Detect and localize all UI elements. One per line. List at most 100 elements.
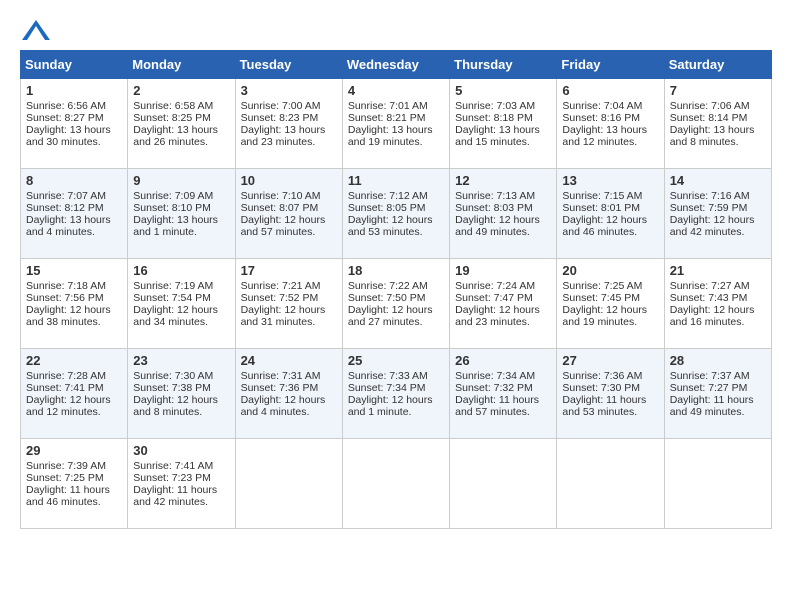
day-info-line: Daylight: 12 hours	[562, 214, 658, 226]
day-info-line: Sunset: 7:56 PM	[26, 292, 122, 304]
calendar-cell: 15 Sunrise: 7:18 AMSunset: 7:56 PMDayligh…	[21, 259, 128, 349]
day-info-line: Sunrise: 7:36 AM	[562, 370, 658, 382]
day-number: 15	[26, 263, 122, 278]
day-number: 3	[241, 83, 337, 98]
weekday-header: Wednesday	[342, 51, 449, 79]
day-info-line: Sunset: 8:10 PM	[133, 202, 229, 214]
day-number: 8	[26, 173, 122, 188]
day-info-line: Sunrise: 7:25 AM	[562, 280, 658, 292]
day-info-line: Daylight: 11 hours	[133, 484, 229, 496]
day-info-line: Sunrise: 7:39 AM	[26, 460, 122, 472]
day-number: 20	[562, 263, 658, 278]
day-info-line: Sunset: 7:25 PM	[26, 472, 122, 484]
day-info-line: Sunrise: 7:06 AM	[670, 100, 766, 112]
day-info-line: Daylight: 13 hours	[241, 124, 337, 136]
calendar-cell: 11Sunrise: 7:12 AMSunset: 8:05 PMDayligh…	[342, 169, 449, 259]
day-number: 24	[241, 353, 337, 368]
logo	[20, 20, 52, 40]
day-info-line: Sunset: 7:43 PM	[670, 292, 766, 304]
day-number: 30	[133, 443, 229, 458]
day-info-line: and 53 minutes.	[348, 226, 444, 238]
calendar-cell: 26Sunrise: 7:34 AMSunset: 7:32 PMDayligh…	[450, 349, 557, 439]
day-info-line: Daylight: 12 hours	[26, 304, 122, 316]
day-number: 16	[133, 263, 229, 278]
day-info-line: Daylight: 12 hours	[133, 304, 229, 316]
day-info-line: Sunset: 7:59 PM	[670, 202, 766, 214]
day-info-line: Daylight: 11 hours	[562, 394, 658, 406]
calendar-cell: 29Sunrise: 7:39 AMSunset: 7:25 PMDayligh…	[21, 439, 128, 529]
day-info-line: and 34 minutes.	[133, 316, 229, 328]
day-info-line: and 53 minutes.	[562, 406, 658, 418]
day-info-line: Sunset: 8:27 PM	[26, 112, 122, 124]
day-info-line: and 46 minutes.	[26, 496, 122, 508]
day-info-line: Sunset: 7:52 PM	[241, 292, 337, 304]
day-info-line: Daylight: 12 hours	[26, 394, 122, 406]
day-info-line: Sunrise: 7:22 AM	[348, 280, 444, 292]
calendar-cell	[664, 439, 771, 529]
day-number: 29	[26, 443, 122, 458]
day-info-line: Sunrise: 7:04 AM	[562, 100, 658, 112]
day-info-line: and 49 minutes.	[455, 226, 551, 238]
day-info-line: Sunset: 8:23 PM	[241, 112, 337, 124]
day-info-line: and 27 minutes.	[348, 316, 444, 328]
calendar-week-row: 29 Sunrise: 7:39 AMSunset: 7:25 PM Dayligh…	[21, 439, 772, 529]
day-info-line: Daylight: 12 hours	[670, 214, 766, 226]
day-info-line: Sunrise: 7:16 AM	[670, 190, 766, 202]
day-info-line: Daylight: 12 hours	[241, 214, 337, 226]
day-number: 23	[133, 353, 229, 368]
calendar-cell: 17Sunrise: 7:21 AMSunset: 7:52 PMDayligh…	[235, 259, 342, 349]
day-info-line: Sunset: 8:14 PM	[670, 112, 766, 124]
day-info-line: Sunset: 7:41 PM	[26, 382, 122, 394]
day-info-line: Daylight: 12 hours	[348, 394, 444, 406]
day-info-line: and 15 minutes.	[455, 136, 551, 148]
day-number: 7	[670, 83, 766, 98]
calendar-cell: 8Sunrise: 7:07 AMSunset: 8:12 PMDaylight…	[21, 169, 128, 259]
day-info-line: and 4 minutes.	[241, 406, 337, 418]
day-info-line: Sunrise: 7:21 AM	[241, 280, 337, 292]
calendar-cell: 30Sunrise: 7:41 AMSunset: 7:23 PMDayligh…	[128, 439, 235, 529]
calendar-week-row: 15Sunrise: 7:18 AMSunset: 7:56 PMDayligh…	[21, 259, 772, 349]
page-header	[20, 20, 772, 40]
day-info-line: Sunset: 7:30 PM	[562, 382, 658, 394]
day-info-line: Sunset: 7:38 PM	[133, 382, 229, 394]
day-info-line: and 57 minutes.	[241, 226, 337, 238]
calendar-cell: 7 Sunrise: 7:06 AMSunset: 8:14 PMDaylight…	[664, 79, 771, 169]
day-number: 5	[455, 83, 551, 98]
day-info-line: Daylight: 11 hours	[455, 394, 551, 406]
day-info-line: Daylight: 13 hours	[133, 214, 229, 226]
calendar-cell: 4Sunrise: 7:01 AMSunset: 8:21 PMDaylight…	[342, 79, 449, 169]
day-number: 2	[133, 83, 229, 98]
day-info-line: and 23 minutes.	[455, 316, 551, 328]
calendar-cell	[235, 439, 342, 529]
weekday-header: Saturday	[664, 51, 771, 79]
day-info-line: Sunset: 8:03 PM	[455, 202, 551, 214]
day-info-line: Sunset: 7:23 PM	[133, 472, 229, 484]
day-info-line: and 49 minutes.	[670, 406, 766, 418]
day-info-line: Sunrise: 6:58 AM	[133, 100, 229, 112]
day-info-line: Sunrise: 7:13 AM	[455, 190, 551, 202]
calendar-cell: 25Sunrise: 7:33 AMSunset: 7:34 PMDayligh…	[342, 349, 449, 439]
day-info-line: Daylight: 12 hours	[133, 394, 229, 406]
day-info-line: Daylight: 13 hours	[455, 124, 551, 136]
day-info-line: Sunset: 7:27 PM	[670, 382, 766, 394]
calendar-cell: 18Sunrise: 7:22 AMSunset: 7:50 PMDayligh…	[342, 259, 449, 349]
day-info-line: Daylight: 13 hours	[26, 124, 122, 136]
day-info-line: Daylight: 13 hours	[670, 124, 766, 136]
calendar-week-row: 22Sunrise: 7:28 AMSunset: 7:41 PMDayligh…	[21, 349, 772, 439]
header-row: SundayMondayTuesdayWednesdayThursdayFrid…	[21, 51, 772, 79]
day-info-line: Sunset: 8:05 PM	[348, 202, 444, 214]
day-number: 22	[26, 353, 122, 368]
day-info-line: Sunrise: 7:31 AM	[241, 370, 337, 382]
day-info-line: and 1 minute.	[348, 406, 444, 418]
day-info-line: Daylight: 12 hours	[348, 304, 444, 316]
day-info-line: Sunrise: 7:01 AM	[348, 100, 444, 112]
calendar-cell: 14Sunrise: 7:16 AMSunset: 7:59 PMDayligh…	[664, 169, 771, 259]
day-info-line: Sunset: 7:50 PM	[348, 292, 444, 304]
calendar-cell	[342, 439, 449, 529]
weekday-header: Tuesday	[235, 51, 342, 79]
day-info-line: and 31 minutes.	[241, 316, 337, 328]
day-number: 25	[348, 353, 444, 368]
calendar-cell: 1Sunrise: 6:56 AMSunset: 8:27 PMDaylight…	[21, 79, 128, 169]
day-info-line: Sunrise: 7:18 AM	[26, 280, 122, 292]
day-info-line: Daylight: 12 hours	[241, 304, 337, 316]
